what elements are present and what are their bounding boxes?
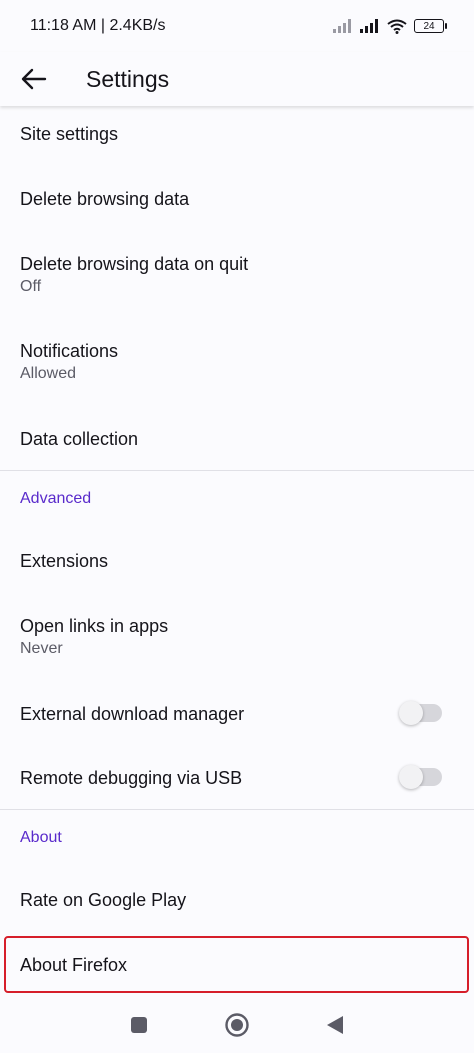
item-title: Delete browsing data xyxy=(20,189,190,209)
item-title: Delete browsing data on quit xyxy=(20,254,249,274)
battery-level: 24 xyxy=(423,20,435,32)
extensions-item[interactable]: Extensions xyxy=(0,549,474,573)
remote-debugging-toggle[interactable] xyxy=(399,765,442,789)
delete-browsing-data-on-quit-item[interactable]: Delete browsing data on quit Off xyxy=(0,252,474,297)
recents-button[interactable] xyxy=(119,1005,159,1045)
item-subtitle: Never xyxy=(20,640,63,657)
status-bar: 11:18 AM | 2.4KB/s 24 xyxy=(0,0,474,52)
delete-browsing-data-item[interactable]: Delete browsing data xyxy=(0,187,474,211)
signal-icon xyxy=(360,19,378,33)
back-nav-button[interactable] xyxy=(315,1005,355,1045)
item-subtitle: Allowed xyxy=(20,365,77,382)
home-button[interactable] xyxy=(217,1005,257,1045)
triangle-back-icon xyxy=(327,1015,343,1034)
system-nav-bar xyxy=(0,996,474,1053)
highlight-box xyxy=(4,936,469,993)
data-collection-item[interactable]: Data collection xyxy=(0,427,474,451)
section-divider xyxy=(0,809,474,810)
item-subtitle: Off xyxy=(20,278,42,295)
back-button[interactable] xyxy=(16,61,52,97)
toggle-knob xyxy=(399,765,423,789)
status-time: 11:18 AM | 2.4KB/s xyxy=(30,17,166,34)
section-header-about: About xyxy=(20,829,62,846)
arrow-back-icon xyxy=(21,68,47,90)
wifi-icon xyxy=(387,19,407,34)
item-title: Open links in apps xyxy=(20,616,169,636)
battery-icon: 24 xyxy=(414,19,447,33)
item-title: Notifications xyxy=(20,341,119,361)
section-header-advanced: Advanced xyxy=(20,490,92,507)
page-title: Settings xyxy=(86,65,170,92)
open-links-in-apps-item[interactable]: Open links in apps Never xyxy=(0,614,474,659)
square-icon xyxy=(131,1016,147,1033)
section-divider xyxy=(0,470,474,471)
item-title: Site settings xyxy=(20,124,119,144)
app-bar: Settings xyxy=(0,52,474,106)
external-download-manager-toggle[interactable] xyxy=(399,701,442,725)
item-title: Extensions xyxy=(20,551,109,571)
circle-icon xyxy=(225,1012,249,1037)
toggle-knob xyxy=(399,701,423,725)
site-settings-item[interactable]: Site settings xyxy=(0,122,474,146)
status-icons: 24 xyxy=(333,19,447,34)
signal-icon xyxy=(333,19,351,33)
notifications-item[interactable]: Notifications Allowed xyxy=(0,339,474,384)
item-title: Data collection xyxy=(20,429,139,449)
rate-on-google-play-item[interactable]: Rate on Google Play xyxy=(0,888,474,912)
item-title: Rate on Google Play xyxy=(20,890,187,910)
